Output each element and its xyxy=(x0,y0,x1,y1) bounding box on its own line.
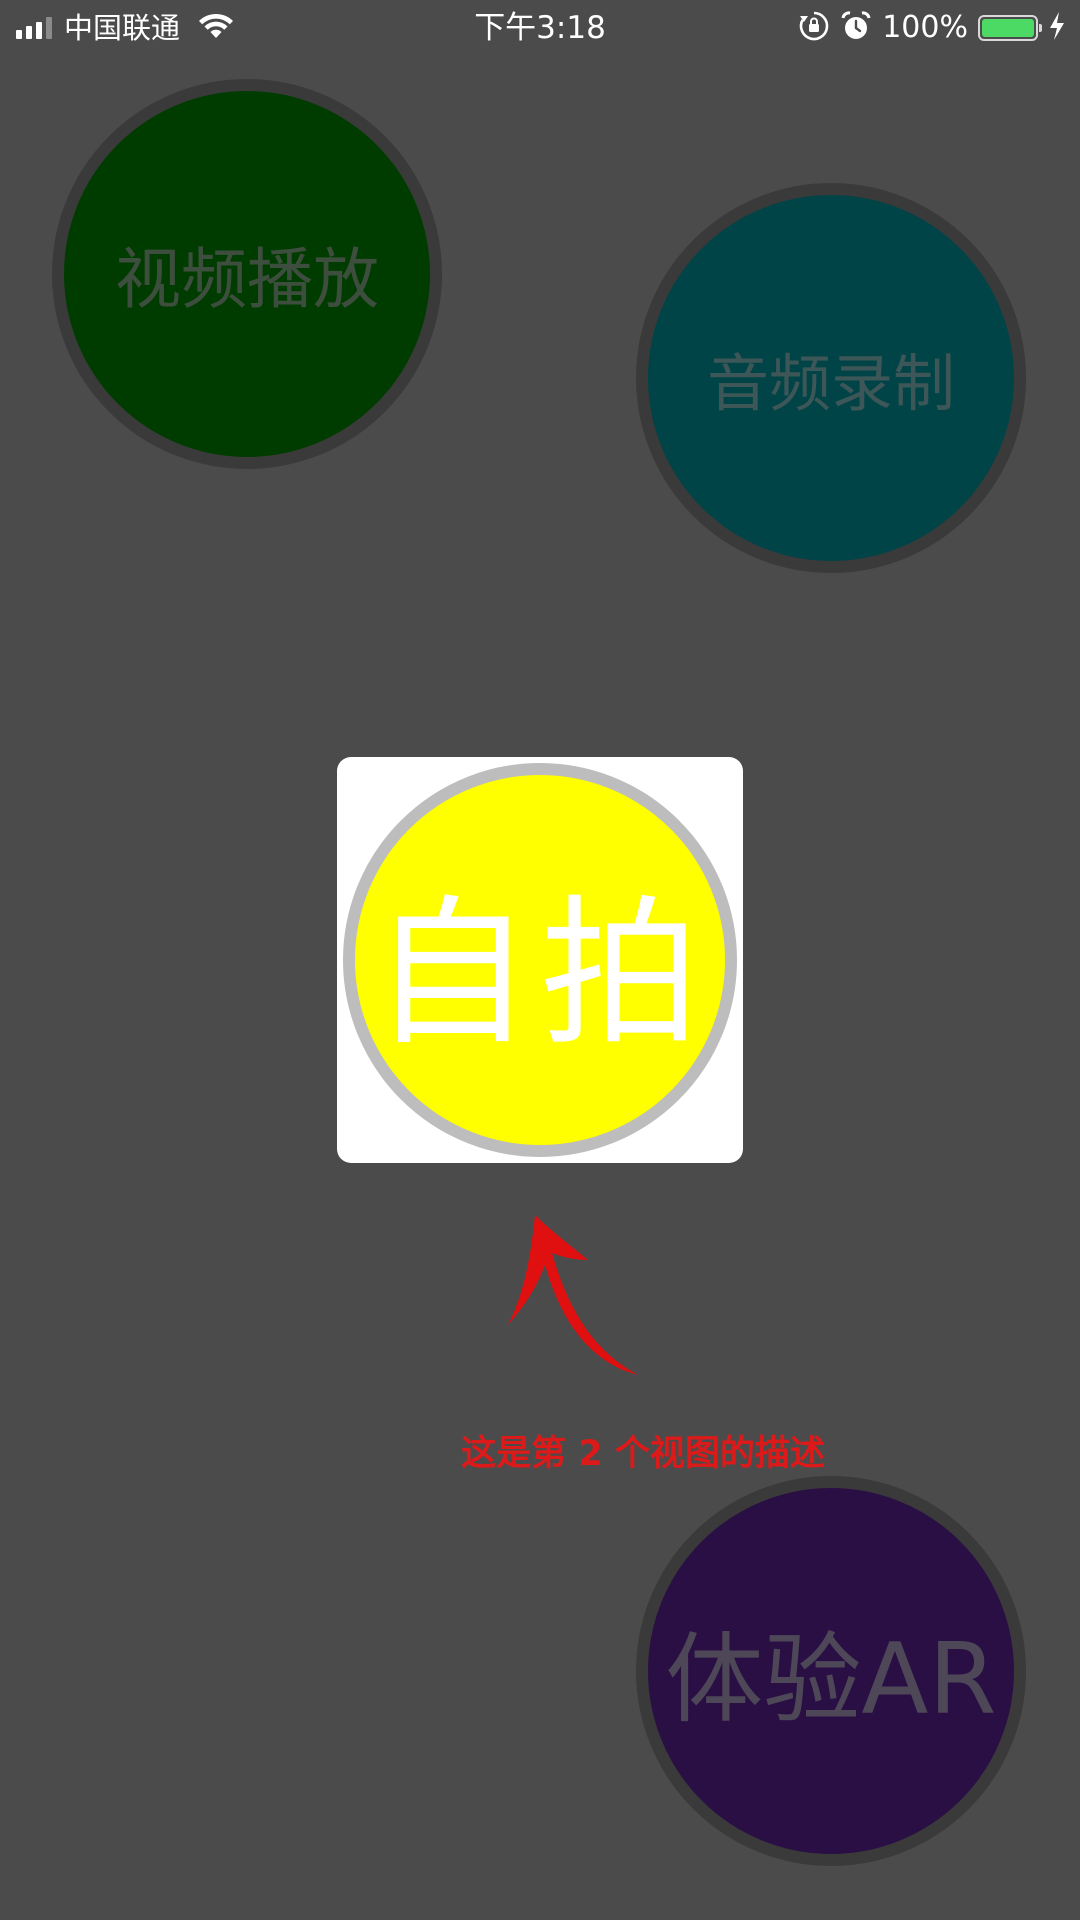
experience-ar-button[interactable]: 体验AR xyxy=(636,1476,1026,1866)
charging-icon xyxy=(1048,11,1066,45)
status-bar: 中国联通 下午3:18 100% xyxy=(0,0,1080,54)
wifi-icon xyxy=(198,12,234,44)
carrier-name: 中国联通 xyxy=(64,11,181,45)
selfie-button[interactable]: 自拍 xyxy=(343,763,737,1157)
signal-icon xyxy=(16,17,52,39)
audio-record-button[interactable]: 音频录制 xyxy=(636,183,1026,573)
screen: 中国联通 下午3:18 100% 视频播放 音频录制 自拍 这是第 2 个视图的… xyxy=(0,0,1080,1920)
status-right: 100% xyxy=(798,8,1066,48)
battery-level xyxy=(982,19,1034,37)
battery-icon xyxy=(978,15,1042,41)
guide-hint-text: 这是第 2 个视图的描述 xyxy=(461,1434,825,1474)
alarm-icon xyxy=(840,10,872,46)
guide-highlight: 自拍 xyxy=(337,757,743,1163)
video-play-button[interactable]: 视频播放 xyxy=(52,79,442,469)
battery-percent: 100% xyxy=(882,10,968,45)
orientation-lock-icon xyxy=(798,10,830,46)
status-left: 中国联通 xyxy=(16,8,234,48)
guide-arrow-icon xyxy=(508,1215,638,1375)
